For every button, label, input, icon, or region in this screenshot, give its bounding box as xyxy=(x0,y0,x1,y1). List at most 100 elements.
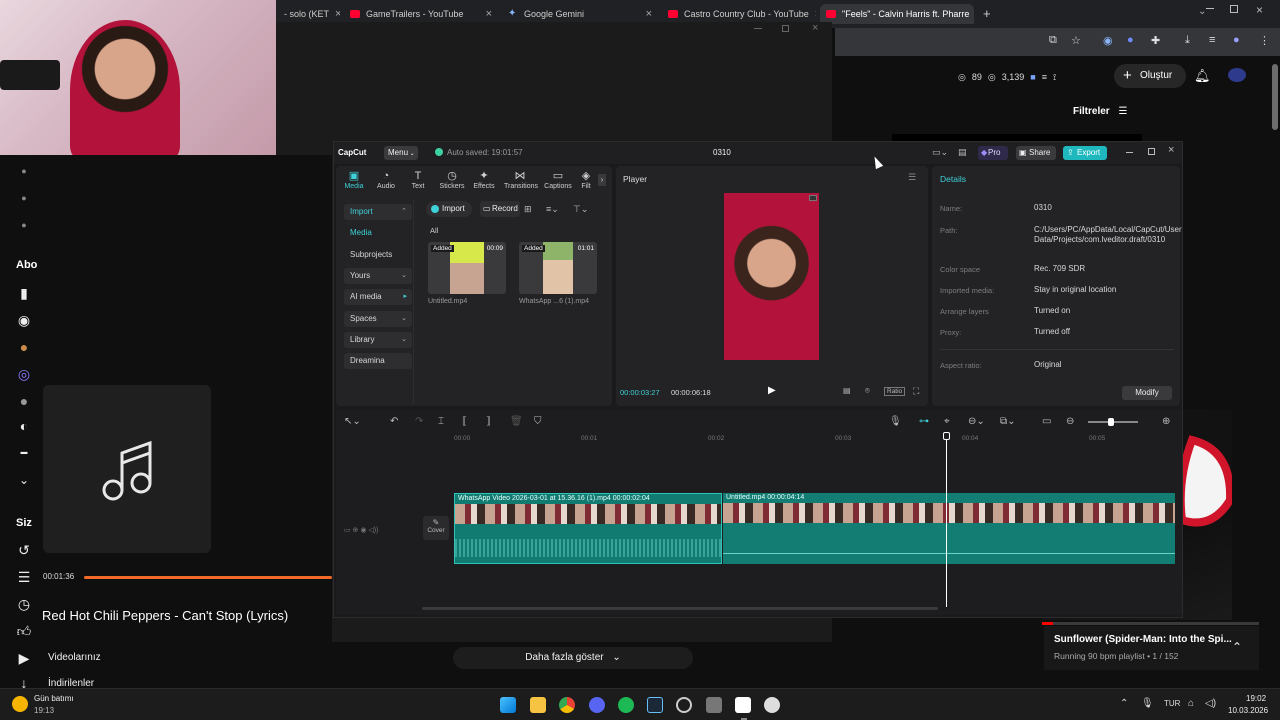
volume-icon[interactable]: ◁) xyxy=(1205,698,1216,709)
browser-tab[interactable]: GameTrailers - YouTube × xyxy=(344,4,498,24)
browser-tab-active[interactable]: "Feels" - Calvin Harris ft. Pharre × xyxy=(820,4,974,24)
modify-button[interactable]: Modify xyxy=(1122,386,1172,400)
show-more-button[interactable]: Daha fazla göster ⌄ xyxy=(453,647,693,669)
minimize-window-icon[interactable] xyxy=(754,28,762,29)
nav-ai-media[interactable]: AI media ▸ xyxy=(344,289,412,305)
avatar[interactable] xyxy=(1228,68,1246,82)
weather-sun-icon[interactable] xyxy=(12,696,28,712)
channel-avatar-icon[interactable]: ◎ xyxy=(16,366,32,382)
playlists-icon[interactable]: ☰ xyxy=(16,569,32,585)
minimize-window-icon[interactable] xyxy=(1126,152,1133,153)
tab-audio[interactable]: ◔ Audio xyxy=(370,170,402,190)
filters-button[interactable]: Filtreler ☰ xyxy=(1073,106,1127,117)
chevron-up-icon[interactable]: ⌃ xyxy=(1232,640,1242,654)
pro-button[interactable]: ◆ Pro xyxy=(978,146,1008,160)
liked-videos-icon[interactable]: 👍︎ xyxy=(16,623,32,639)
chevron-right-icon[interactable]: › xyxy=(598,174,606,186)
media-item-thumbnail[interactable]: Added 00:09 xyxy=(428,242,506,294)
weather-title[interactable]: Gün batımı xyxy=(34,694,74,703)
quality-icon[interactable]: ▤ xyxy=(843,386,851,395)
split-icon[interactable]: ⌶ xyxy=(438,416,444,427)
chevron-up-icon[interactable]: ⌃ xyxy=(1120,698,1128,709)
select-tool-icon[interactable]: ↖⌄ xyxy=(344,416,361,427)
media-item-thumbnail[interactable]: Added 01:01 xyxy=(519,242,597,294)
link-icon[interactable]: ⊶ xyxy=(919,416,929,427)
history-icon[interactable]: ↺ xyxy=(16,542,32,558)
mini-playlist-bar[interactable]: Sunflower (Spider-Man: Into the Spi... R… xyxy=(1044,626,1259,670)
more-menu-icon[interactable]: ⋮ xyxy=(1259,34,1270,47)
share-button[interactable]: ▣ Share xyxy=(1016,146,1056,160)
file-explorer-icon[interactable] xyxy=(530,697,546,713)
timeline-scrollbar[interactable] xyxy=(422,607,938,610)
trim-right-icon[interactable]: ⟧ xyxy=(486,416,491,427)
nav-dreamina[interactable]: Dreamina xyxy=(344,353,412,369)
channel-avatar-icon[interactable]: ● xyxy=(16,393,32,409)
spotify-icon[interactable] xyxy=(618,697,634,713)
import-button[interactable]: Import xyxy=(426,201,472,217)
close-window-icon[interactable]: × xyxy=(812,22,818,34)
snap-icon[interactable]: ⊖⌄ xyxy=(968,416,985,427)
close-tab-icon[interactable]: × xyxy=(480,8,492,20)
tab-text[interactable]: T Text xyxy=(402,170,434,190)
nav-yours[interactable]: Yours ⌄ xyxy=(344,268,412,284)
menu-button[interactable]: Menu ⌄ xyxy=(384,146,418,160)
playlist-title[interactable]: Sunflower (Spider-Man: Into the Spi... xyxy=(1054,634,1232,645)
close-tab-icon[interactable]: × xyxy=(329,8,340,20)
nav-media[interactable]: Media xyxy=(344,225,412,241)
create-button[interactable]: + Oluştur xyxy=(1114,64,1186,88)
capcut-icon[interactable] xyxy=(735,697,751,713)
tab-effects[interactable]: ✦ Effects xyxy=(468,170,500,190)
obs-icon[interactable] xyxy=(676,697,692,713)
fullscreen-icon[interactable]: ⛶ xyxy=(913,386,919,397)
sort-icon[interactable]: ≡⌄ xyxy=(546,204,559,215)
video-preview[interactable] xyxy=(724,193,819,360)
playhead[interactable] xyxy=(943,432,950,607)
tab-media[interactable]: ▣ Media xyxy=(338,170,370,190)
playback-progress-bar[interactable] xyxy=(84,576,332,579)
shield-icon[interactable]: ⛉ xyxy=(534,416,542,427)
channel-avatar-icon[interactable]: ● xyxy=(16,339,32,355)
close-tab-icon[interactable]: × xyxy=(969,8,974,20)
nav-spaces[interactable]: Spaces ⌄ xyxy=(344,311,412,327)
timeline-clip[interactable]: WhatsApp Video 2026-03-01 at 15.36.16 (1… xyxy=(454,493,722,564)
browser-tab[interactable]: - solo (KET × xyxy=(278,4,340,24)
your-videos-icon[interactable]: ▶ xyxy=(16,650,32,666)
profile-avatar-icon[interactable]: ● xyxy=(1233,34,1240,46)
timeline-clip[interactable]: Untitled.mp4 00:00:04:14 xyxy=(723,493,1175,564)
install-app-icon[interactable]: ⧉ xyxy=(1049,34,1057,47)
media-player-icon[interactable] xyxy=(764,697,780,713)
app-icon[interactable] xyxy=(706,697,722,713)
channel-avatar-icon[interactable]: ◉ xyxy=(16,312,32,328)
channel-avatar-icon[interactable]: ◐ xyxy=(16,418,32,434)
clock-time[interactable]: 19:02 xyxy=(1246,694,1266,703)
caption-icon[interactable]: ▭ xyxy=(1042,416,1051,427)
undo-icon[interactable]: ↶ xyxy=(390,416,398,427)
close-window-icon[interactable]: × xyxy=(1256,3,1263,17)
magnet-icon[interactable]: ⌖ xyxy=(944,416,950,427)
tab-captions[interactable]: ▭ Captions xyxy=(542,170,574,190)
shortcuts-icon[interactable]: ▤ xyxy=(958,147,967,158)
bookmark-star-icon[interactable]: ☆ xyxy=(1071,34,1081,47)
export-button[interactable]: ⇪ Export xyxy=(1063,146,1107,160)
browser-tab[interactable]: ✦ Google Gemini × xyxy=(502,4,658,24)
redo-icon[interactable]: ↷ xyxy=(415,416,423,427)
maximize-window-icon[interactable] xyxy=(1230,5,1238,13)
zoom-out-icon[interactable]: ⊖ xyxy=(1066,416,1074,427)
watch-later-icon[interactable]: ◷ xyxy=(16,596,32,612)
filter-icon[interactable]: ⊤⌄ xyxy=(573,204,588,215)
microphone-icon[interactable]: 🎙︎ xyxy=(1141,698,1154,709)
microphone-icon[interactable]: 🎙︎ xyxy=(889,416,902,427)
start-windows-icon[interactable] xyxy=(500,697,516,713)
maximize-window-icon[interactable] xyxy=(1148,148,1155,155)
network-icon[interactable]: ⌂ xyxy=(1188,698,1194,709)
language-indicator[interactable]: TUR xyxy=(1164,699,1180,708)
delete-icon[interactable]: 🗑︎ xyxy=(510,416,523,427)
zoom-slider[interactable] xyxy=(1088,418,1138,426)
maximize-window-icon[interactable] xyxy=(782,25,789,32)
tab-filters[interactable]: ◈ Filt xyxy=(576,170,596,190)
zoom-slider-handle[interactable] xyxy=(1108,418,1114,426)
close-tab-icon[interactable]: × xyxy=(640,8,652,20)
play-icon[interactable]: ▶ xyxy=(768,385,776,396)
media-control-icon[interactable]: ≡ xyxy=(1209,34,1215,46)
nav-subprojects[interactable]: Subprojects xyxy=(344,247,412,263)
